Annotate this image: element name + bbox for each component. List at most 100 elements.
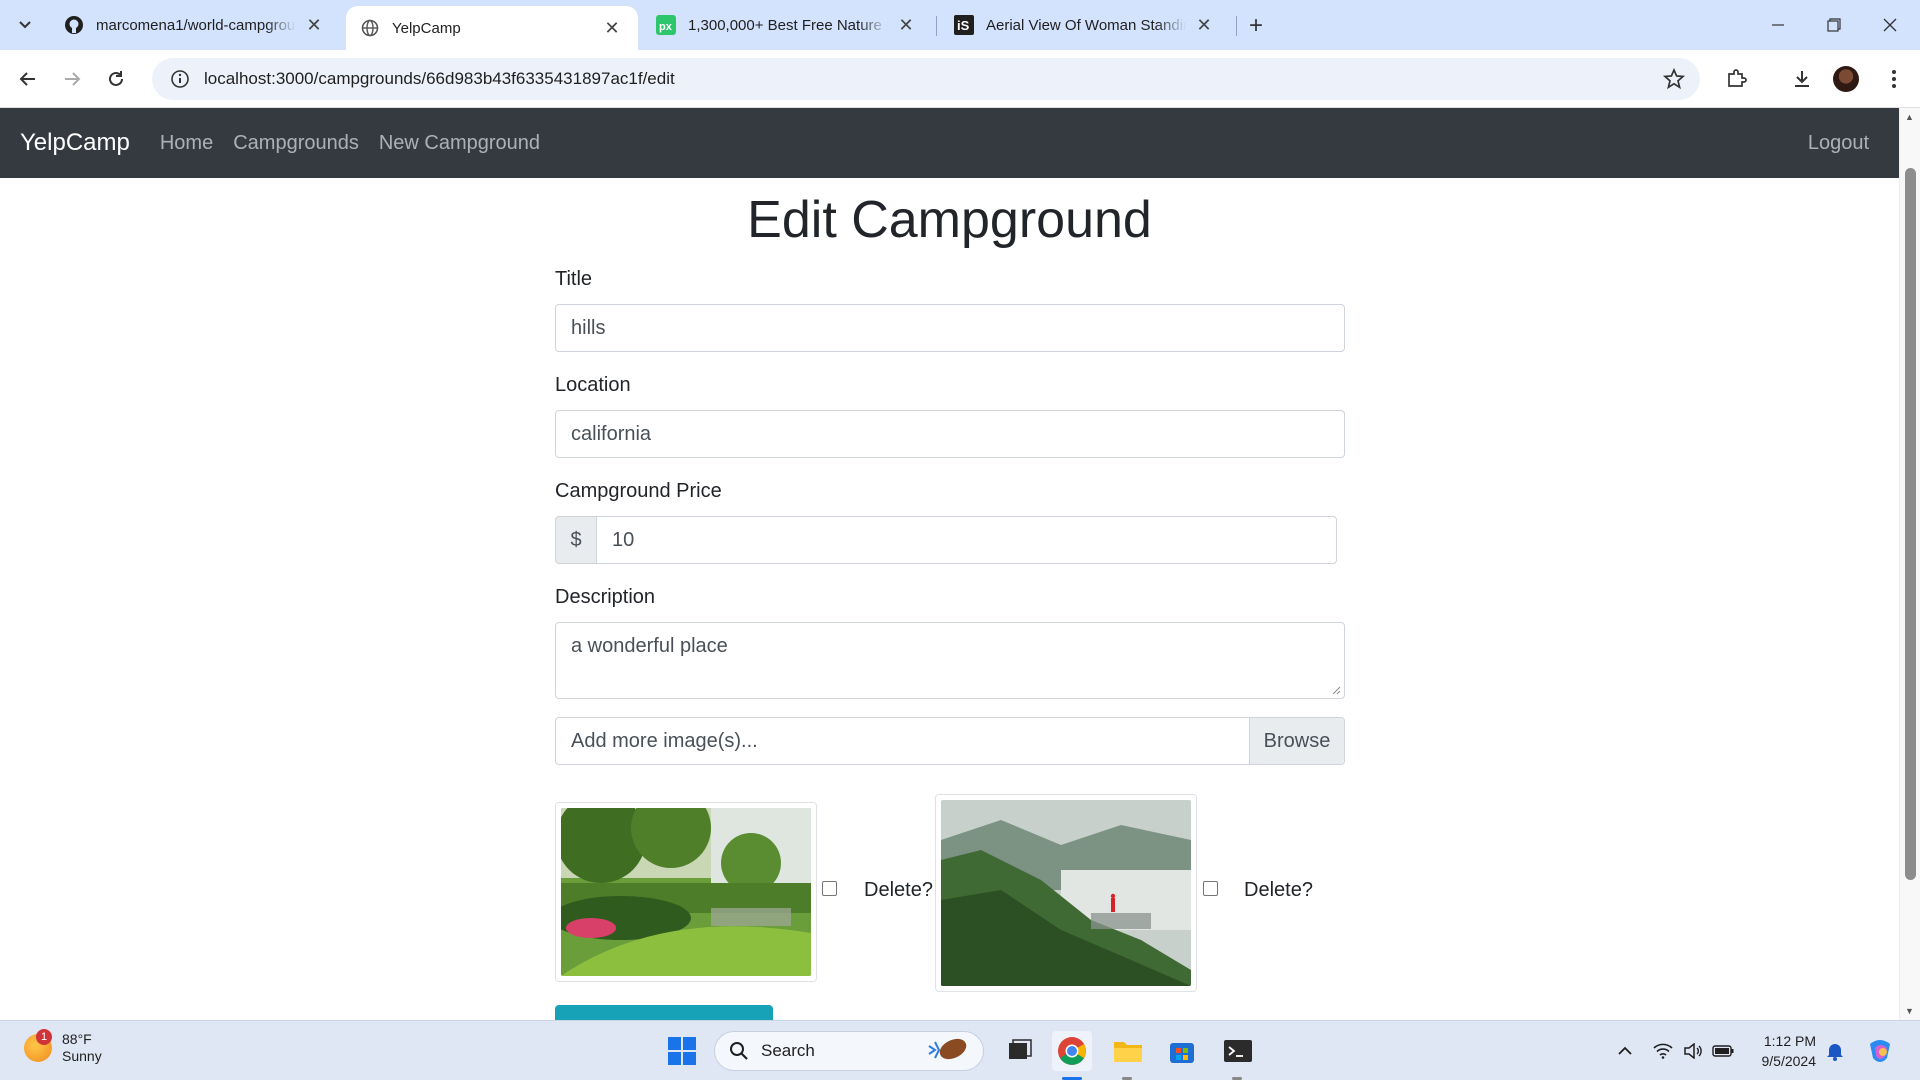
taskbar-clock[interactable]: 1:12 PM 9/5/2024	[1748, 1031, 1817, 1071]
chevron-up-icon	[1618, 1046, 1632, 1055]
delete-image-label: Delete?	[864, 879, 933, 901]
price-currency-prefix: $	[555, 516, 597, 564]
browse-button[interactable]: Browse	[1249, 718, 1344, 764]
arrow-left-icon	[19, 72, 35, 86]
delete-image-checkbox[interactable]	[1203, 881, 1218, 896]
tab-title: marcomena1/world-campgrou	[96, 16, 296, 34]
weather-temperature: 88°F	[62, 1031, 92, 1047]
tab-pixabay[interactable]: px 1,300,000+ Best Free Nature Pic ✕	[642, 6, 932, 44]
description-textarea[interactable]: a wonderful place	[555, 622, 1345, 699]
price-input[interactable]: 10	[597, 516, 1337, 564]
browser-toolbar: localhost:3000/campgrounds/66d983b43f633…	[0, 50, 1920, 108]
globe-icon	[360, 18, 380, 38]
scrollbar-thumb[interactable]	[1905, 168, 1916, 880]
chrome-icon	[1058, 1037, 1086, 1065]
tab-yelpcamp[interactable]: YelpCamp ✕	[346, 6, 638, 50]
description-label: Description	[555, 586, 656, 608]
wifi-status[interactable]	[1650, 1021, 1676, 1080]
plus-icon: +	[1248, 12, 1263, 39]
profile-button[interactable]	[1828, 61, 1864, 97]
address-bar[interactable]: localhost:3000/campgrounds/66d983b43f633…	[152, 58, 1700, 100]
puzzle-icon	[1728, 69, 1747, 87]
tab-title: 1,300,000+ Best Free Nature Pic	[688, 16, 888, 34]
price-label: Campground Price	[555, 480, 722, 502]
task-view-button[interactable]	[1000, 1031, 1040, 1071]
battery-status[interactable]	[1710, 1021, 1736, 1080]
minimize-icon	[1772, 24, 1784, 26]
nav-link-new-campground[interactable]: New Campground	[379, 132, 540, 155]
tab-github[interactable]: marcomena1/world-campgrou ✕	[50, 6, 340, 44]
chrome-taskbar-button[interactable]	[1052, 1031, 1092, 1071]
resize-grip-icon[interactable]	[1331, 685, 1341, 695]
downloads-button[interactable]	[1784, 61, 1820, 97]
page-viewport: YelpCamp Home Campgrounds New Campground…	[0, 108, 1920, 1020]
page-title: Edit Campground	[747, 191, 1152, 249]
close-window-button[interactable]	[1862, 0, 1918, 50]
chevron-down-icon	[19, 21, 31, 29]
brand-link[interactable]: YelpCamp	[20, 129, 130, 157]
wifi-icon	[1653, 1043, 1673, 1059]
copilot-button[interactable]	[1862, 1021, 1898, 1080]
terminal-button[interactable]	[1218, 1031, 1258, 1071]
close-icon[interactable]: ✕	[302, 13, 326, 37]
close-icon[interactable]: ✕	[1192, 13, 1216, 37]
volume-status[interactable]	[1680, 1021, 1706, 1080]
download-icon	[1795, 71, 1809, 87]
tab-istock[interactable]: iS Aerial View Of Woman Standing ✕	[940, 6, 1230, 44]
close-icon	[1883, 18, 1897, 32]
site-navbar: YelpCamp Home Campgrounds New Campground…	[0, 108, 1899, 178]
start-button[interactable]	[662, 1031, 702, 1071]
nav-link-campgrounds[interactable]: Campgrounds	[233, 132, 359, 155]
nav-link-home[interactable]: Home	[160, 132, 213, 155]
file-explorer-button[interactable]	[1108, 1031, 1148, 1071]
minimize-button[interactable]	[1750, 0, 1806, 50]
site-info-icon[interactable]	[160, 69, 200, 89]
taskbar-search[interactable]: Search	[714, 1031, 984, 1071]
back-button[interactable]	[10, 61, 46, 97]
windows-logo-icon	[668, 1037, 696, 1065]
menu-button[interactable]	[1876, 61, 1912, 97]
close-icon[interactable]: ✕	[894, 13, 918, 37]
extensions-button[interactable]	[1718, 61, 1754, 97]
page-scrollbar[interactable]: ▲ ▼	[1899, 108, 1920, 1020]
scroll-down-arrow-icon[interactable]: ▼	[1905, 1006, 1914, 1016]
arrow-right-icon	[65, 72, 81, 86]
image-thumbnail	[555, 802, 817, 982]
reload-button[interactable]	[98, 61, 134, 97]
svg-text:iS: iS	[957, 18, 970, 33]
windows-taskbar: 1 88°F Sunny Search 1:12 PM 9/5/2024	[0, 1020, 1920, 1080]
logout-link[interactable]: Logout	[1808, 132, 1869, 155]
forward-button[interactable]	[54, 61, 90, 97]
tab-search-button[interactable]	[8, 8, 42, 42]
image-file-input[interactable]: Add more image(s)... Browse	[555, 717, 1345, 765]
store-button[interactable]	[1162, 1031, 1202, 1071]
campground-image-garden	[561, 808, 811, 976]
weather-widget[interactable]: 1 88°F Sunny	[24, 1029, 102, 1065]
search-icon	[730, 1042, 748, 1060]
file-input-placeholder: Add more image(s)...	[571, 729, 758, 752]
edit-campground-form: Title hills Location california Campgrou…	[555, 258, 1345, 765]
image-thumbnail	[935, 794, 1197, 992]
copilot-icon	[1870, 1040, 1890, 1062]
existing-images: Delete? Delete?	[555, 792, 1345, 992]
show-hidden-icons-button[interactable]	[1612, 1021, 1638, 1080]
clock-time: 1:12 PM	[1763, 1033, 1816, 1049]
location-input[interactable]: california	[555, 410, 1345, 458]
tab-separator	[936, 16, 937, 36]
scroll-up-arrow-icon[interactable]: ▲	[1905, 112, 1914, 122]
folder-icon	[1114, 1042, 1142, 1062]
github-icon	[64, 15, 84, 35]
notifications-button[interactable]	[1824, 1021, 1846, 1080]
restore-button[interactable]	[1806, 0, 1862, 50]
taskbar-search-label: Search	[761, 1041, 815, 1060]
update-campground-button[interactable]	[555, 1005, 773, 1020]
title-input[interactable]: hills	[555, 304, 1345, 352]
restore-icon	[1827, 18, 1841, 32]
tab-title: YelpCamp	[392, 19, 461, 37]
bookmark-star-icon[interactable]	[1662, 67, 1686, 91]
tab-separator	[1236, 16, 1237, 36]
url-text[interactable]: localhost:3000/campgrounds/66d983b43f633…	[204, 69, 675, 89]
close-icon[interactable]: ✕	[600, 16, 624, 40]
delete-image-checkbox[interactable]	[822, 881, 837, 896]
new-tab-button[interactable]: +	[1242, 12, 1270, 40]
